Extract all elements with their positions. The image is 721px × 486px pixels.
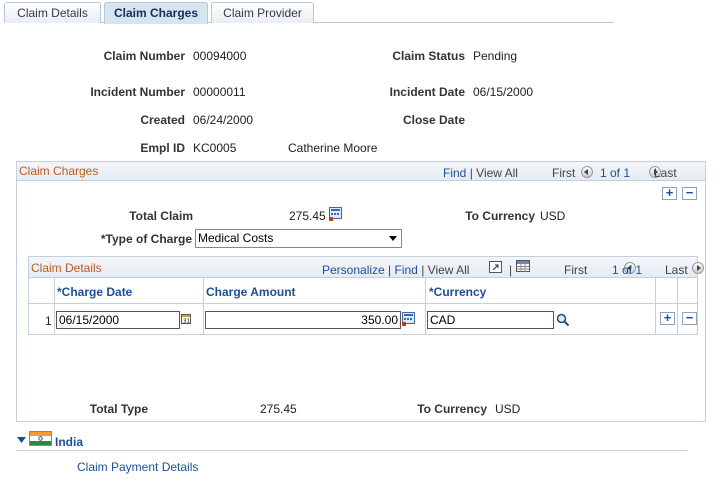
col-header-charge-date[interactable]: *Charge Date (57, 285, 132, 299)
created-value: 06/24/2000 (193, 113, 254, 127)
total-type-value: 275.45 (260, 402, 297, 416)
calculator-icon[interactable] (329, 207, 343, 221)
incident-date-value: 06/15/2000 (473, 85, 534, 99)
grid-header-divider (29, 303, 697, 304)
delete-detail-row-button[interactable]: − (682, 311, 697, 325)
details-find-link[interactable]: Find (395, 263, 418, 277)
to-currency-value: USD (540, 209, 566, 223)
claim-status-label: Claim Status (392, 49, 465, 63)
charges-find-link[interactable]: Find (443, 166, 466, 180)
charges-first-label: First (552, 166, 576, 180)
grid-col-divider (54, 278, 55, 334)
claim-payment-details-link[interactable]: Claim Payment Details (77, 460, 198, 474)
grid-col-divider (677, 278, 678, 334)
charges-view-all-link[interactable]: View All (476, 166, 518, 180)
claim-number-value: 00094000 (193, 49, 247, 63)
chevron-down-icon (389, 236, 397, 241)
grid-col-divider (203, 278, 204, 334)
total-type-label: Total Type (89, 402, 148, 416)
previous-row-icon[interactable] (581, 166, 593, 178)
col-header-charge-amount[interactable]: Charge Amount (206, 285, 296, 299)
details-first-label: First (564, 263, 588, 277)
collapse-triangle-icon[interactable] (17, 437, 26, 444)
india-section-label[interactable]: India (55, 435, 83, 449)
nav-separator: | (469, 166, 473, 180)
incident-number-label: Incident Number (90, 85, 185, 99)
details-nav: Personalize | Find | View All (322, 263, 469, 277)
claim-charges-title: Claim Charges (19, 164, 99, 178)
col-header-currency[interactable]: *Currency (429, 285, 486, 299)
charge-amount-input[interactable]: 350.00 (205, 311, 401, 329)
next-row-icon[interactable] (692, 262, 705, 274)
charges-last-label: Last (654, 166, 677, 180)
india-flag-icon (29, 431, 52, 446)
claim-number-label: Claim Number (103, 49, 185, 63)
details-last-label: Last (665, 263, 688, 277)
search-icon[interactable] (556, 313, 570, 327)
created-label: Created (140, 113, 185, 127)
add-detail-row-button[interactable]: + (660, 311, 675, 325)
claim-status-value: Pending (473, 49, 518, 63)
total-claim-label: Total Claim (129, 209, 193, 223)
incident-number-value: 00000011 (193, 85, 246, 99)
charges-nav: Find | View All (443, 166, 518, 180)
tab-claim-provider[interactable]: Claim Provider (211, 2, 314, 23)
nav-separator: | (388, 263, 392, 277)
charges-count: 1 of 1 (600, 166, 631, 180)
grid-col-divider (425, 278, 426, 334)
type-of-charge-value: Medical Costs (198, 231, 274, 245)
charge-date-input[interactable]: 06/15/2000 (56, 311, 180, 329)
total-claim-value: 275.45 (289, 209, 326, 223)
tab-claim-details[interactable]: Claim Details (4, 2, 101, 23)
nav-separator: | (509, 263, 513, 277)
row-number: 1 (45, 314, 52, 328)
type-of-charge-select[interactable]: Medical Costs (195, 229, 402, 248)
add-charge-row-button[interactable]: + (662, 186, 677, 200)
details-view-all-link[interactable]: View All (428, 263, 470, 277)
details-count: 1 of 1 (612, 263, 643, 277)
calendar-icon[interactable]: 31 (181, 313, 192, 325)
to-currency-label: To Currency (465, 209, 535, 223)
currency-input[interactable]: CAD (427, 311, 554, 329)
nav-separator: | (421, 263, 425, 277)
empl-id-value: KC0005 (193, 141, 237, 155)
grid-col-divider (655, 278, 656, 334)
delete-charge-row-button[interactable]: − (682, 186, 697, 200)
zoom-icon[interactable] (489, 261, 503, 274)
to-currency-label: To Currency (417, 402, 487, 416)
empl-id-label: Empl ID (140, 141, 185, 155)
svg-text:31: 31 (183, 319, 190, 325)
type-of-charge-label: *Type of Charge (100, 232, 192, 246)
calculator-icon[interactable] (402, 312, 416, 326)
claim-details-title: Claim Details (31, 261, 102, 275)
personalize-link[interactable]: Personalize (322, 263, 385, 277)
employee-name: Catherine Moore (288, 141, 378, 155)
tab-claim-charges[interactable]: Claim Charges (104, 2, 208, 24)
india-divider (16, 450, 688, 451)
spreadsheet-icon[interactable] (516, 260, 531, 273)
incident-date-label: Incident Date (389, 85, 465, 99)
close-date-label: Close Date (402, 113, 465, 127)
to-currency-value: USD (495, 402, 521, 416)
